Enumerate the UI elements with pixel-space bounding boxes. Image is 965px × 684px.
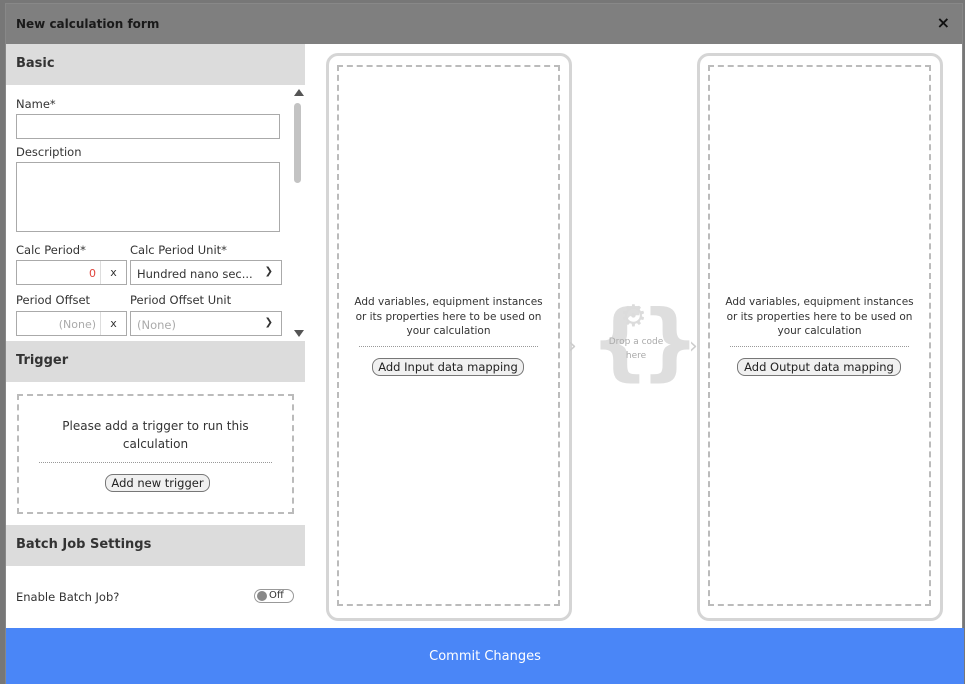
calculation-form-modal: New calculation form × Basic Name* Descr…	[5, 3, 964, 684]
basic-section-body: Name* Description Calc Period* 0 x Calc …	[6, 85, 305, 341]
mapping-area: Add variables, equipment instances or it…	[305, 44, 962, 628]
trigger-section-title: Trigger	[16, 353, 69, 368]
period-offset-unit-label: Period Offset Unit	[130, 293, 232, 307]
period-offset-input[interactable]: (None) x	[16, 311, 127, 336]
calc-period-label: Calc Period*	[16, 243, 86, 257]
output-drop-zone[interactable]: Add variables, equipment instances or it…	[708, 65, 931, 606]
period-offset-value: (None)	[58, 318, 96, 331]
settings-panel: Basic Name* Description Calc Period* 0 x…	[6, 44, 305, 628]
divider	[359, 346, 538, 347]
calc-period-unit-select[interactable]: Hundred nano sec... ❯	[130, 260, 282, 285]
chevron-down-icon: ❯	[264, 317, 273, 328]
basic-scrollbar[interactable]	[292, 85, 304, 341]
trigger-drop-area: Please add a trigger to run this calcula…	[17, 394, 294, 514]
scroll-thumb[interactable]	[294, 103, 301, 183]
description-label: Description	[16, 145, 82, 159]
divider	[39, 462, 272, 463]
toggle-knob	[257, 591, 267, 601]
chevron-right-icon: ›	[568, 334, 577, 359]
calc-period-value: 0	[89, 267, 96, 280]
period-offset-clear-button[interactable]: x	[100, 312, 126, 335]
calc-period-input[interactable]: 0 x	[16, 260, 127, 285]
add-new-trigger-button[interactable]: Add new trigger	[105, 474, 210, 492]
name-input[interactable]	[16, 114, 280, 139]
input-mapping-panel: Add variables, equipment instances or it…	[326, 53, 572, 621]
basic-section-title: Basic	[16, 56, 55, 71]
scroll-down-icon[interactable]	[294, 330, 304, 337]
calc-period-unit-value: Hundred nano sec...	[137, 267, 253, 281]
toggle-state-label: Off	[269, 590, 284, 601]
add-output-mapping-button[interactable]: Add Output data mapping	[737, 358, 901, 376]
period-offset-label: Period Offset	[16, 293, 91, 307]
divider	[730, 346, 909, 347]
add-input-mapping-button[interactable]: Add Input data mapping	[372, 358, 524, 376]
commit-changes-button[interactable]: Commit Changes	[6, 628, 964, 684]
modal-title: New calculation form	[16, 17, 160, 31]
batch-section-title: Batch Job Settings	[16, 537, 152, 552]
trigger-section-header[interactable]: Trigger	[6, 341, 305, 382]
chevron-down-icon: ❯	[264, 266, 273, 277]
description-textarea[interactable]	[16, 162, 280, 232]
basic-section-header[interactable]: Basic	[6, 44, 305, 85]
calc-period-clear-button[interactable]: x	[100, 261, 126, 284]
enable-batch-label: Enable Batch Job?	[16, 590, 120, 604]
trigger-message: Please add a trigger to run this calcula…	[62, 419, 249, 451]
code-drop-zone[interactable]: { ⚙ Drop a code here }	[590, 299, 700, 391]
close-icon[interactable]: ×	[937, 13, 950, 32]
modal-titlebar: New calculation form ×	[6, 4, 962, 44]
calc-period-unit-label: Calc Period Unit*	[130, 243, 227, 257]
output-mapping-panel: Add variables, equipment instances or it…	[697, 53, 943, 621]
input-hint: Add variables, equipment instances or it…	[354, 296, 543, 337]
period-offset-unit-select[interactable]: (None) ❯	[130, 311, 282, 336]
name-label: Name*	[16, 97, 56, 111]
input-drop-zone[interactable]: Add variables, equipment instances or it…	[337, 65, 560, 606]
period-offset-unit-value: (None)	[137, 318, 176, 332]
batch-section-header[interactable]: Batch Job Settings	[6, 525, 305, 566]
scroll-up-icon[interactable]	[294, 89, 304, 96]
output-hint: Add variables, equipment instances or it…	[725, 296, 914, 337]
enable-batch-toggle[interactable]: Off	[254, 589, 294, 603]
